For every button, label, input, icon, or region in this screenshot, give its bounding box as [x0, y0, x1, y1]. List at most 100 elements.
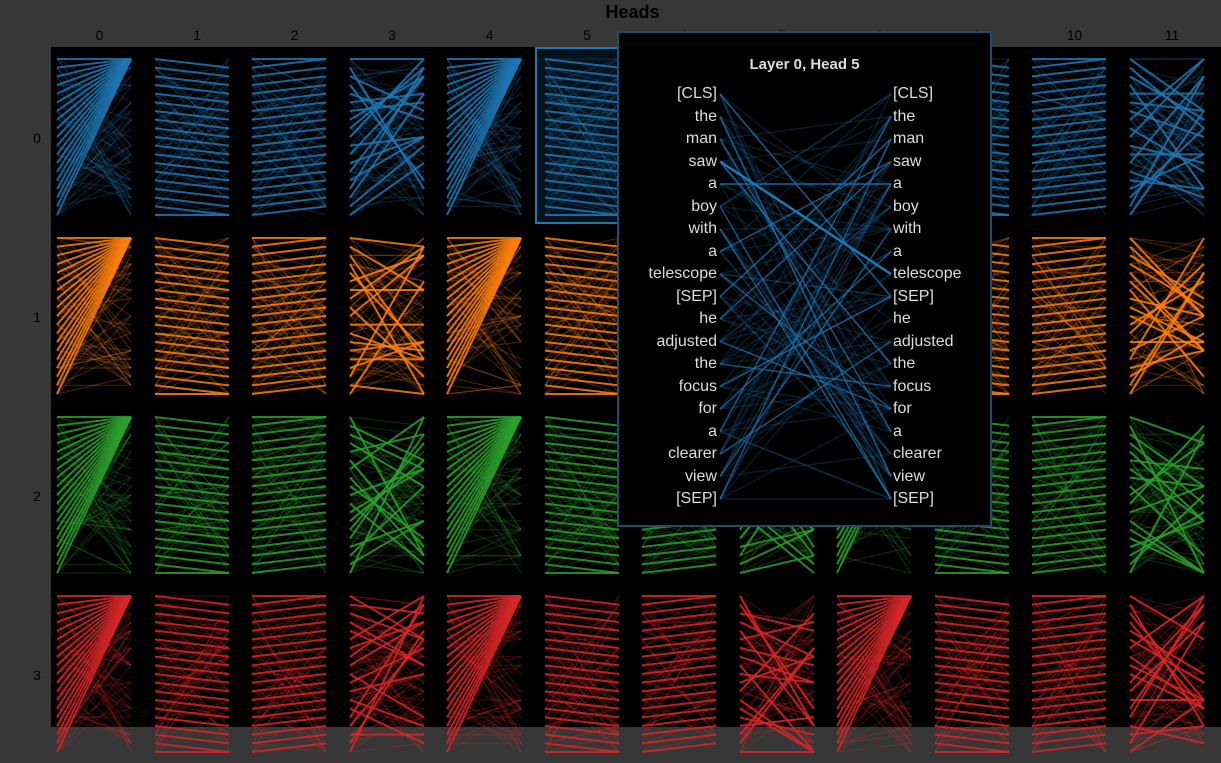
attention-pattern	[153, 416, 230, 574]
layer-label-0: 0	[33, 130, 41, 146]
attention-cell-l0-h3[interactable]	[344, 47, 441, 226]
attention-line-faint	[641, 537, 717, 557]
attention-cell-l1-h2[interactable]	[246, 226, 343, 405]
attention-pattern	[153, 595, 230, 753]
attention-line	[251, 384, 327, 395]
attention-line	[1031, 468, 1107, 479]
attention-cell-l3-h2[interactable]	[246, 584, 343, 763]
detail-attention-line	[719, 115, 892, 140]
attention-pattern	[56, 595, 132, 753]
detail-strong-line	[719, 160, 892, 276]
attention-line	[544, 476, 619, 488]
attention-pattern	[1031, 58, 1107, 216]
attention-cell-l1-h4[interactable]	[441, 226, 538, 405]
detail-attention-line	[719, 453, 892, 478]
right-token: a	[893, 242, 902, 260]
attention-cell-l2-h3[interactable]	[344, 405, 441, 584]
attention-cell-l3-h0[interactable]	[51, 584, 148, 763]
attention-line	[1031, 424, 1107, 436]
attention-cell-l3-h10[interactable]	[1026, 584, 1123, 763]
attention-line	[251, 58, 327, 69]
right-token: with	[893, 220, 922, 237]
left-token: [SEP]	[676, 490, 717, 507]
attention-cell-l1-h10[interactable]	[1026, 226, 1123, 405]
attention-cell-l3-h8[interactable]	[831, 584, 928, 763]
attention-line	[934, 603, 1009, 615]
attention-line	[1031, 384, 1107, 395]
right-token: the	[893, 355, 916, 372]
right-token: telescope	[893, 265, 962, 282]
right-token: he	[893, 310, 911, 327]
attention-line	[154, 84, 229, 95]
attention-line	[1031, 742, 1107, 753]
attention-cell-l3-h11[interactable]	[1124, 584, 1221, 763]
left-token: he	[699, 310, 717, 327]
attention-pattern	[836, 595, 912, 753]
attention-cell-l2-h10[interactable]	[1026, 405, 1123, 584]
attention-cell-l0-h4[interactable]	[441, 47, 538, 226]
attention-cell-l1-h0[interactable]	[51, 226, 148, 405]
attention-pattern	[153, 58, 230, 216]
attention-pattern	[1128, 237, 1205, 395]
right-token: adjusted	[893, 332, 954, 350]
attention-pattern	[251, 237, 327, 395]
attention-cell-l2-h4[interactable]	[441, 405, 538, 584]
attention-line	[251, 66, 327, 78]
attention-cell-l3-h7[interactable]	[734, 584, 831, 763]
attention-pattern	[348, 58, 425, 216]
left-token: a	[708, 175, 717, 192]
attention-pattern	[348, 416, 425, 574]
right-token: for	[893, 400, 912, 417]
head-label-2: 2	[290, 27, 299, 43]
attention-cell-l0-h0[interactable]	[51, 47, 148, 226]
attention-cell-l2-h0[interactable]	[51, 405, 148, 584]
attention-line-faint	[641, 546, 717, 565]
attention-line-faint	[251, 630, 327, 753]
right-token: focus	[893, 377, 932, 395]
attention-cell-l3-h6[interactable]	[636, 584, 733, 763]
attention-cell-l0-h10[interactable]	[1026, 47, 1123, 226]
attention-cell-l3-h3[interactable]	[344, 584, 441, 763]
attention-cell-l3-h5[interactable]	[539, 584, 636, 763]
left-token: boy	[691, 197, 717, 215]
attention-line	[154, 245, 229, 257]
attention-pattern	[1128, 595, 1205, 753]
attention-cell-l2-h11[interactable]	[1124, 405, 1221, 584]
selected-head-highlight[interactable]	[535, 47, 628, 224]
attention-cell-l0-h2[interactable]	[246, 47, 343, 226]
attention-pattern	[1031, 416, 1107, 574]
attention-pattern	[251, 595, 327, 753]
attention-cell-l2-h1[interactable]	[149, 405, 246, 584]
attention-line-faint	[349, 520, 424, 574]
attention-line	[154, 733, 229, 745]
head-detail-tooltip: Layer 0, Head 5 [CLS] the man saw a boy with a t…	[617, 31, 992, 527]
attention-cell-l1-h11[interactable]	[1124, 226, 1221, 405]
attention-line-faint	[251, 376, 327, 395]
attention-cell-l0-h11[interactable]	[1124, 47, 1221, 226]
attention-line	[154, 563, 229, 574]
attention-cell-l0-h1[interactable]	[149, 47, 246, 226]
attention-cell-l1-h3[interactable]	[344, 226, 441, 405]
attention-cell-l2-h2[interactable]	[246, 405, 343, 584]
head-label-10: 10	[1066, 27, 1083, 43]
detail-attention-line	[719, 116, 892, 455]
attention-line	[251, 349, 327, 361]
attention-cell-l3-h9[interactable]	[929, 584, 1026, 763]
right-token: a	[893, 175, 902, 192]
left-token: clearer	[668, 445, 717, 462]
attention-cell-l3-h1[interactable]	[149, 584, 246, 763]
right-token: a	[893, 422, 902, 440]
attention-pattern	[1128, 58, 1205, 216]
right-token: saw	[893, 152, 922, 170]
attention-line	[251, 237, 327, 248]
attention-line-faint	[1031, 58, 1107, 69]
attention-cell-l3-h4[interactable]	[441, 584, 538, 763]
attention-line-faint	[544, 237, 619, 256]
attention-pattern	[933, 595, 1010, 753]
right-token: man	[893, 130, 925, 147]
left-token: telescope	[648, 265, 718, 282]
left-token: the	[694, 107, 717, 125]
attention-cell-l1-h1[interactable]	[149, 226, 246, 405]
attention-pattern	[543, 595, 620, 753]
attention-pattern	[251, 416, 327, 574]
